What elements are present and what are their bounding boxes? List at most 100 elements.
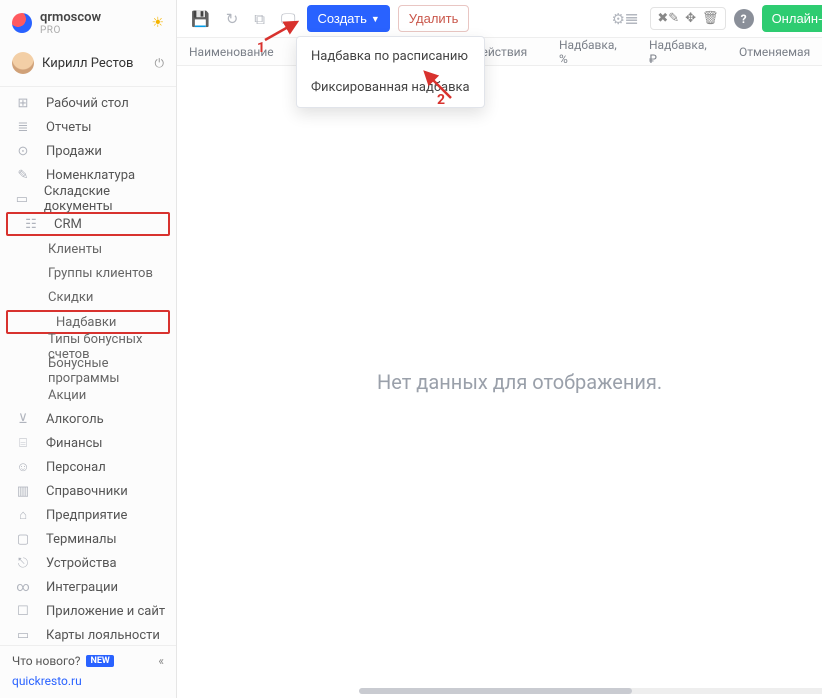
nav-item-4[interactable]: ▭ Складские документы: [0, 187, 176, 211]
nav-item-icon: ☐: [14, 604, 32, 619]
delete-button[interactable]: Удалить: [398, 5, 470, 32]
move-icon[interactable]: ✥: [685, 11, 696, 26]
nav-item-icon: ▭: [14, 628, 32, 643]
th-pct[interactable]: Надбавка, %: [547, 38, 637, 66]
workspace-plan: PRO: [40, 25, 101, 36]
create-button-label: Создать: [317, 11, 366, 26]
nav-item-label: Складские документы: [44, 184, 166, 214]
whats-new-link[interactable]: Что нового?: [12, 654, 80, 668]
nav-item-icon: ⊻: [14, 412, 32, 427]
nav-item-12[interactable]: Акции: [0, 383, 176, 407]
nav-item-label: Алкоголь: [46, 412, 104, 427]
sidebar-footer: Что нового? NEW « quickresto.ru: [0, 645, 176, 698]
nav-item-label: Отчеты: [46, 120, 91, 135]
nav-item-9[interactable]: Надбавки: [6, 310, 170, 334]
workspace-header: qrmoscow PRO ☀: [0, 0, 176, 42]
nav-item-label: Финансы: [46, 436, 103, 451]
nav-item-label: Приложение и сайт: [46, 604, 165, 619]
nav-item-7[interactable]: Группы клиентов: [0, 261, 176, 285]
nav-item-1[interactable]: ≣ Отчеты: [0, 115, 176, 139]
trash-icon[interactable]: 🗑: [702, 11, 719, 26]
nav-item-5[interactable]: ☷ CRM: [6, 212, 170, 236]
new-badge: NEW: [86, 655, 113, 667]
nav-item-label: Справочники: [46, 484, 128, 499]
nav-item-icon: ☺: [14, 459, 32, 475]
user-name: Кирилл Рестов: [42, 56, 133, 71]
workspace-name: qrmoscow: [40, 10, 101, 25]
current-user-row[interactable]: Кирилл Рестов ⏻: [0, 42, 176, 87]
nav-item-18[interactable]: ▢ Терминалы: [0, 527, 176, 551]
nav-item-label: Номенклатура: [46, 168, 135, 183]
horizontal-scrollbar[interactable]: [359, 688, 822, 694]
nav-item-icon: ⎋: [14, 556, 32, 571]
nav-item-8[interactable]: Скидки: [0, 285, 176, 309]
dd-item-fixed-surcharge[interactable]: Фиксированная надбавка: [297, 72, 484, 103]
sidebar: qrmoscow PRO ☀ Кирилл Рестов ⏻ ⊞ Рабочий …: [0, 0, 177, 698]
nav-item-2[interactable]: ⊙ Продажи: [0, 139, 176, 163]
nav-item-icon: ▭: [14, 192, 30, 207]
online-chat-button[interactable]: Онлайн-чат: [762, 5, 822, 32]
nav-item-label: Интеграции: [46, 580, 118, 595]
nav-item-label: Акции: [48, 388, 86, 403]
empty-state: Нет данных для отображения.: [177, 66, 822, 698]
theme-toggle-icon[interactable]: ☀: [151, 15, 164, 31]
main-area: 💾 ↻ ⧉ 🖵 Создать ▼ Удалить ⚙𝌆 ✖✎ ✥ 🗑 ? Он…: [177, 0, 822, 698]
empty-state-text: Нет данных для отображения.: [377, 370, 662, 394]
nav-item-icon: ☷: [22, 217, 40, 232]
refresh-icon[interactable]: ↻: [222, 6, 243, 32]
nav-item-icon: ⊙: [14, 144, 32, 159]
dd-item-schedule-surcharge[interactable]: Надбавка по расписанию: [297, 41, 484, 72]
collapse-sidebar-icon[interactable]: «: [158, 654, 164, 668]
settings-sliders-icon[interactable]: ⚙𝌆: [607, 6, 642, 32]
nav-item-icon: ⊞: [14, 96, 32, 111]
nav-item-17[interactable]: ⌂ Предприятие: [0, 503, 176, 527]
nav-item-icon: ⌸: [14, 436, 32, 451]
save-icon[interactable]: 💾: [187, 6, 214, 32]
nav-item-label: CRM: [54, 217, 82, 232]
nav-item-20[interactable]: ∞ Интеграции: [0, 575, 176, 599]
table-header-row: Наименование Период действия Надбавка, %…: [177, 38, 822, 66]
nav-item-icon: ▥: [14, 484, 32, 499]
view-tools-group: ✖✎ ✥ 🗑: [650, 7, 725, 30]
nav-item-22[interactable]: ▭ Карты лояльности: [0, 623, 176, 645]
create-button[interactable]: Создать ▼: [307, 5, 389, 32]
scrollbar-thumb[interactable]: [359, 688, 632, 694]
annotation-number-1: 1: [257, 40, 265, 56]
nav-item-label: Персонал: [46, 460, 106, 475]
annotation-number-2: 2: [437, 92, 445, 108]
nav-item-11[interactable]: Бонусные программы: [0, 359, 176, 383]
nav-item-icon: ✎: [14, 168, 32, 183]
th-cancel[interactable]: Отменяемая: [727, 45, 822, 59]
nav-item-13[interactable]: ⊻ Алкоголь: [0, 407, 176, 431]
nav-item-icon: ▢: [14, 532, 32, 547]
help-icon[interactable]: ?: [734, 9, 754, 29]
caret-down-icon: ▼: [371, 14, 380, 24]
nav-item-15[interactable]: ☺ Персонал: [0, 455, 176, 479]
nav-item-0[interactable]: ⊞ Рабочий стол: [0, 91, 176, 115]
nav-item-icon: ⌂: [14, 507, 32, 523]
nav-item-label: Продажи: [46, 144, 102, 159]
nav-item-label: Терминалы: [46, 532, 117, 547]
nav-item-icon: ∞: [14, 580, 32, 595]
nav-item-label: Группы клиентов: [48, 266, 153, 281]
nav-item-14[interactable]: ⌸ Финансы: [0, 431, 176, 455]
nav-item-16[interactable]: ▥ Справочники: [0, 479, 176, 503]
nav-item-label: Клиенты: [48, 242, 102, 257]
nav-item-icon: ≣: [14, 120, 32, 135]
site-link[interactable]: quickresto.ru: [12, 674, 164, 688]
nav-item-label: Предприятие: [46, 508, 127, 523]
annotation-arrow-1-icon: [263, 18, 303, 42]
nav-item-21[interactable]: ☐ Приложение и сайт: [0, 599, 176, 623]
nav-item-19[interactable]: ⎋ Устройства: [0, 551, 176, 575]
tools-icon[interactable]: ✖✎: [657, 11, 679, 26]
nav-item-6[interactable]: Клиенты: [0, 237, 176, 261]
nav-item-label: Надбавки: [56, 315, 116, 330]
logout-icon[interactable]: ⏻: [155, 56, 165, 71]
th-rub[interactable]: Надбавка, ₽: [637, 38, 727, 66]
nav-item-label: Устройства: [46, 556, 117, 571]
nav-item-label: Карты лояльности: [46, 628, 160, 643]
user-avatar-icon: [12, 52, 34, 74]
nav-item-label: Скидки: [48, 290, 93, 305]
create-dropdown: Надбавка по расписанию Фиксированная над…: [296, 36, 485, 108]
nav-item-label: Рабочий стол: [46, 96, 129, 111]
